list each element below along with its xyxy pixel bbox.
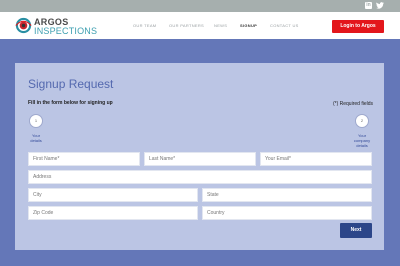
nav-news[interactable]: NEWS: [214, 12, 227, 39]
nav-signup[interactable]: SIGNUP: [240, 12, 257, 39]
last-name-field[interactable]: Last Name*: [144, 152, 256, 166]
nav-contact-us[interactable]: CONTACT US: [270, 12, 299, 39]
logo-eye-icon: [15, 17, 32, 34]
step-2-indicator[interactable]: 2: [355, 114, 369, 128]
twitter-icon[interactable]: [376, 2, 384, 9]
site-header: ARGOS INSPECTIONS OUR TEAM OUR PARTNERS …: [0, 12, 400, 39]
step-1-label-line: details: [30, 138, 42, 143]
step-1-label: Your details: [25, 133, 47, 143]
brand-tagline: INSPECTIONS: [34, 26, 98, 36]
zip-code-field[interactable]: Zip Code: [28, 206, 198, 220]
nav-our-team[interactable]: OUR TEAM: [133, 12, 156, 39]
brand-logo[interactable]: ARGOS INSPECTIONS: [15, 15, 100, 37]
top-bar: in: [0, 0, 400, 12]
form-instructions: Fill in the form below for signing up: [28, 100, 113, 106]
linkedin-icon[interactable]: in: [365, 2, 372, 9]
address-field[interactable]: Address: [28, 170, 372, 184]
first-name-field[interactable]: First Name*: [28, 152, 140, 166]
step-1-indicator[interactable]: 1: [29, 114, 43, 128]
step-2-label-line: details: [356, 143, 368, 148]
email-field[interactable]: Your Email*: [260, 152, 372, 166]
country-field[interactable]: Country: [202, 206, 372, 220]
signup-card: Signup Request Fill in the form below fo…: [15, 63, 384, 250]
login-button[interactable]: Login to Argos: [332, 20, 384, 33]
nav-our-partners[interactable]: OUR PARTNERS: [169, 12, 204, 39]
state-field[interactable]: State: [202, 188, 372, 202]
step-2-label: Your company details: [351, 133, 373, 148]
required-note: (*) Required fields: [332, 101, 373, 107]
page-title: Signup Request: [28, 77, 114, 91]
city-field[interactable]: City: [28, 188, 198, 202]
next-button[interactable]: Next: [340, 223, 372, 238]
